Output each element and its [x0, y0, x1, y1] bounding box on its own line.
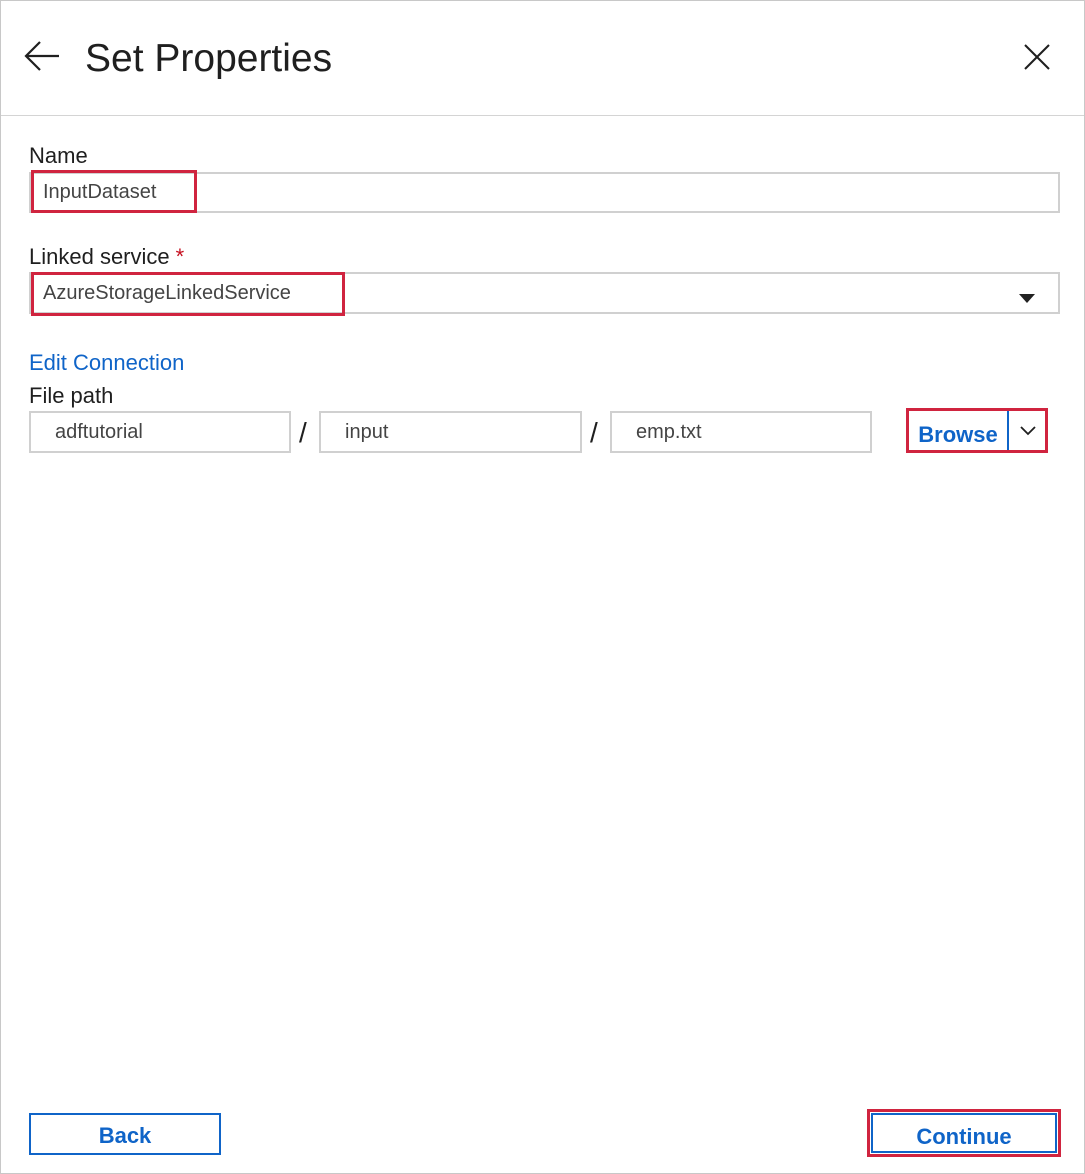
close-icon[interactable] — [1019, 39, 1055, 75]
required-marker: * — [175, 244, 185, 269]
continue-button[interactable]: Continue — [867, 1109, 1061, 1157]
browse-split-button: Browse — [906, 408, 1048, 453]
path-separator: / — [299, 417, 307, 448]
browse-divider — [1007, 411, 1009, 450]
set-properties-panel: Set Properties Name InputDataset Linked … — [0, 0, 1085, 1174]
linked-service-label-text: Linked service — [29, 244, 170, 269]
chevron-down-icon[interactable] — [1019, 294, 1035, 303]
linked-service-value: AzureStorageLinkedService — [43, 282, 291, 304]
chevron-down-icon[interactable] — [1010, 411, 1045, 450]
browse-button[interactable]: Browse — [909, 411, 1007, 450]
file-input[interactable]: emp.txt — [610, 411, 872, 453]
name-label: Name — [29, 143, 88, 168]
continue-button-label: Continue — [916, 1124, 1012, 1149]
directory-input[interactable]: input — [319, 411, 582, 453]
path-separator: / — [590, 417, 598, 448]
page-title: Set Properties — [85, 37, 333, 80]
file-path-label: File path — [29, 383, 114, 408]
arrow-left-icon[interactable] — [23, 37, 63, 77]
container-input[interactable]: adftutorial — [29, 411, 291, 453]
linked-service-select[interactable]: AzureStorageLinkedService — [29, 272, 1060, 314]
name-input[interactable]: InputDataset — [29, 172, 1060, 213]
linked-service-label: Linked service * — [29, 244, 184, 270]
panel-header: Set Properties — [1, 1, 1084, 116]
back-button[interactable]: Back — [29, 1113, 221, 1155]
edit-connection-link[interactable]: Edit Connection — [29, 350, 184, 376]
